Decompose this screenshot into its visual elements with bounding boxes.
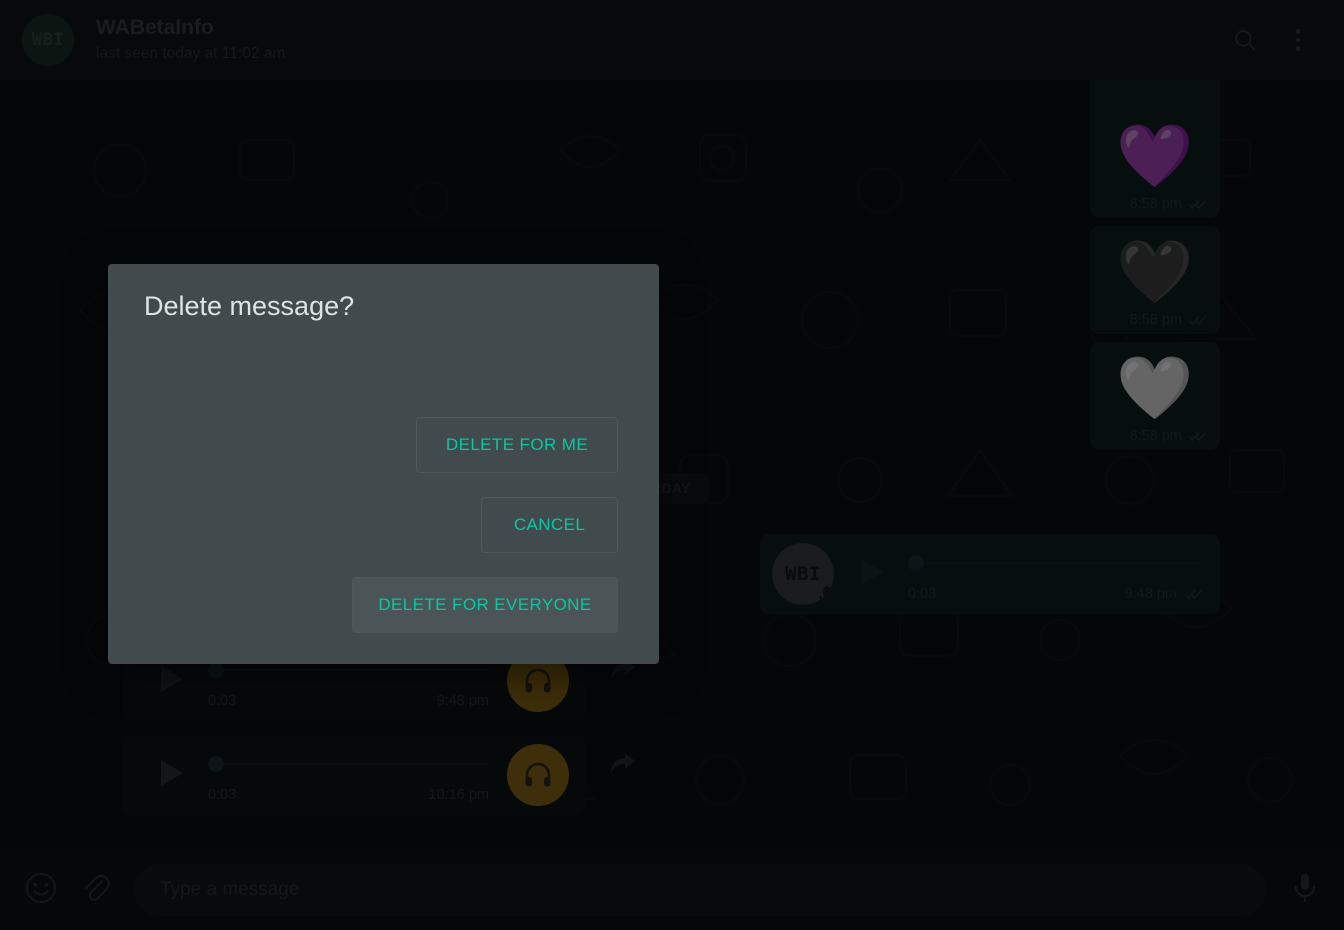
cancel-button[interactable]: CANCEL [481, 497, 618, 553]
delete-message-dialog: Delete message? DELETE FOR ME CANCEL DEL… [108, 264, 659, 664]
delete-for-everyone-button[interactable]: DELETE FOR EVERYONE [352, 577, 618, 633]
delete-for-me-button[interactable]: DELETE FOR ME [416, 417, 618, 473]
dialog-title: Delete message? [144, 291, 355, 321]
whatsapp-chat-screen: WBI WABetaInfo last seen today at 11:02 … [0, 0, 1344, 930]
